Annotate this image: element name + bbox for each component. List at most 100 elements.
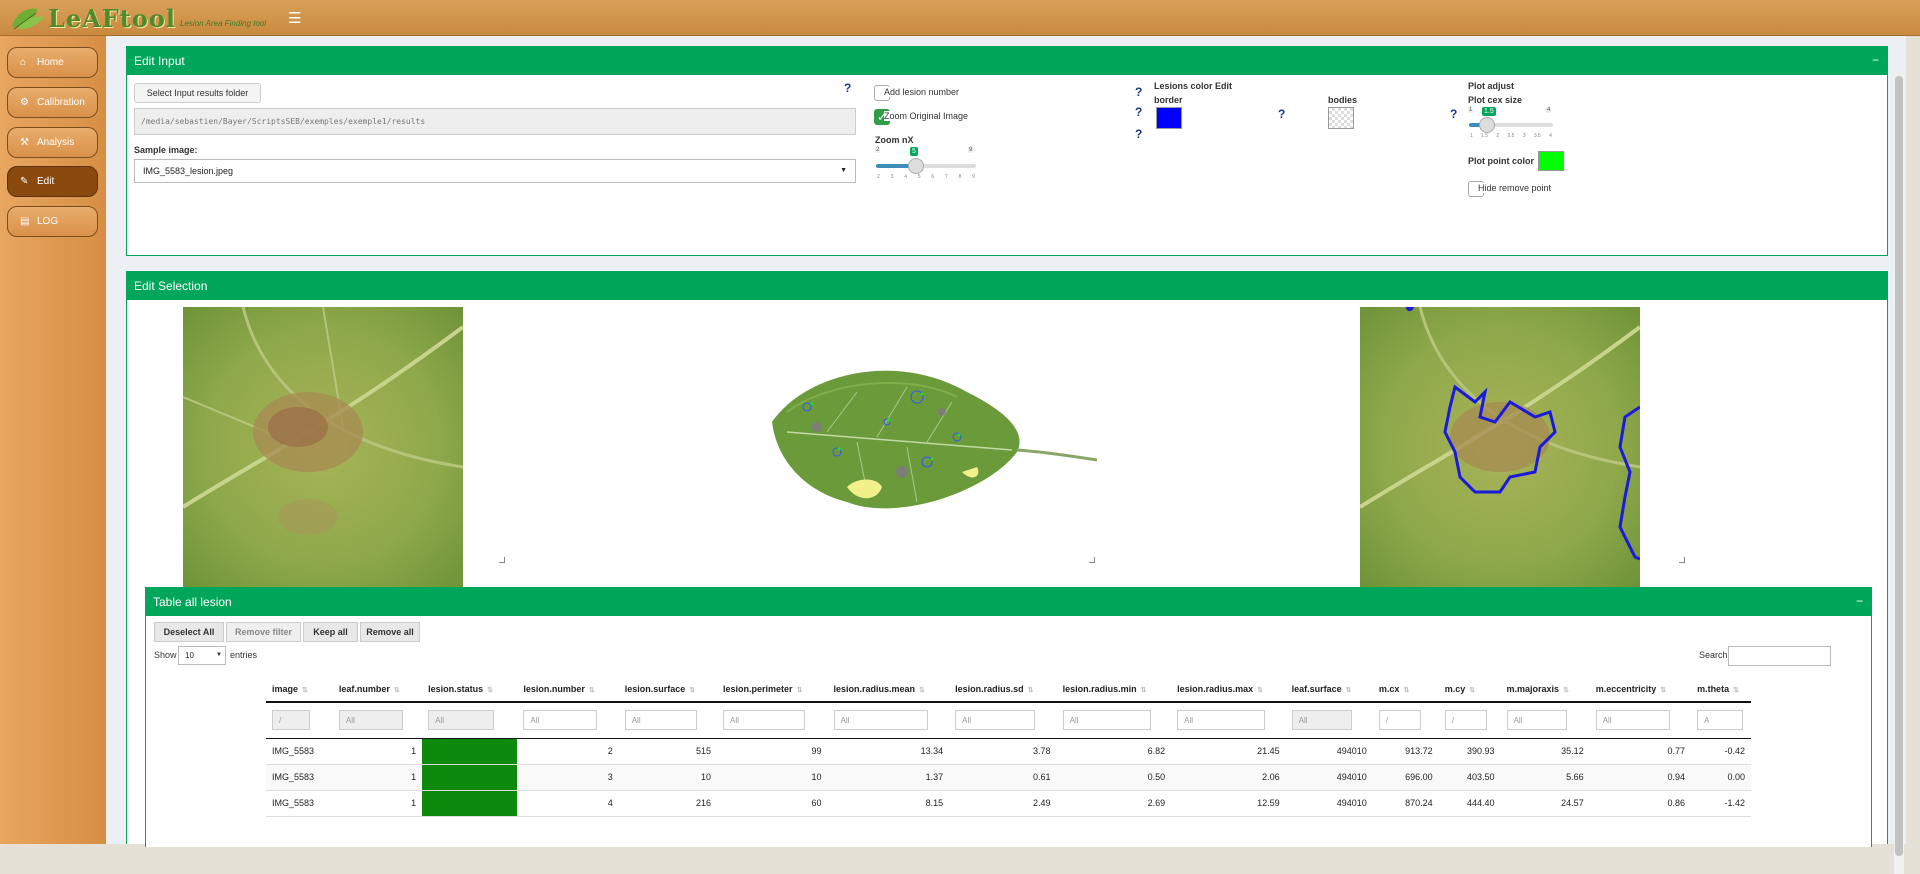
- zoom-label: Zoom nX: [875, 135, 914, 145]
- sidebar-item-home[interactable]: ⌂ Home: [7, 47, 98, 78]
- help-icon[interactable]: ?: [844, 81, 851, 95]
- filter-input[interactable]: All: [1506, 710, 1567, 731]
- filter-input[interactable]: All: [1062, 710, 1151, 731]
- hamburger-icon[interactable]: ☰: [288, 9, 301, 27]
- zoom-value: 5: [910, 147, 918, 156]
- resize-handle-icon[interactable]: [499, 557, 505, 563]
- filter-input[interactable]: /: [1378, 710, 1421, 731]
- column-header[interactable]: m.cy ⇅: [1438, 676, 1501, 703]
- app-logo[interactable]: LeAFtool Lesion Area Finding tool: [8, 3, 266, 33]
- table-cell: 0.61: [949, 764, 1057, 791]
- filter-input[interactable]: /: [272, 710, 310, 731]
- keep-all-button[interactable]: Keep all: [303, 622, 358, 642]
- folder-path-field[interactable]: /media/sebastien/Bayer/ScriptsSEB/exempl…: [134, 108, 856, 135]
- column-header[interactable]: leaf.number ⇅: [332, 676, 423, 703]
- column-header[interactable]: lesion.radius.mean ⇅: [827, 676, 950, 703]
- table-cell: 21.45: [1171, 738, 1286, 765]
- resize-handle-icon[interactable]: [1089, 557, 1095, 563]
- scrollbar-thumb[interactable]: [1895, 76, 1903, 856]
- filter-input[interactable]: A: [1697, 710, 1744, 731]
- filter-input[interactable]: All: [723, 710, 806, 731]
- filter-input[interactable]: All: [1177, 710, 1266, 731]
- column-header[interactable]: image ⇅: [266, 676, 333, 703]
- status-cell[interactable]: keep: [422, 790, 518, 817]
- column-header[interactable]: leaf.surface ⇅: [1285, 676, 1373, 703]
- plot-cex-slider-handle[interactable]: [1479, 117, 1495, 133]
- help-icon[interactable]: ?: [1135, 127, 1142, 141]
- remove-all-button[interactable]: Remove all: [360, 622, 420, 642]
- table-cell: 494010: [1285, 790, 1373, 817]
- column-header[interactable]: lesion.status ⇅: [422, 676, 518, 703]
- sidebar-item-log[interactable]: ▤ LOG: [7, 206, 98, 237]
- status-cell[interactable]: keep: [422, 764, 518, 791]
- sample-image-select[interactable]: IMG_5583_lesion.jpeg ▼: [134, 159, 856, 183]
- filter-input[interactable]: All: [624, 710, 697, 731]
- plot-cex-ticks: 1 1.5 2 2.5 3 3.5 4: [1470, 133, 1552, 139]
- logo-title: LeAFtool: [48, 3, 177, 33]
- sidebar-item-analysis[interactable]: ⚒ Analysis: [7, 127, 98, 158]
- column-header[interactable]: m.eccentricity ⇅: [1589, 676, 1692, 703]
- filter-input[interactable]: All: [955, 710, 1036, 731]
- tick-label: 7: [944, 174, 948, 180]
- zoom-min: 2: [875, 147, 881, 153]
- column-header[interactable]: lesion.perimeter ⇅: [717, 676, 828, 703]
- table-cell: 0.77: [1589, 738, 1692, 765]
- zoom-original-image[interactable]: [183, 307, 463, 587]
- column-header[interactable]: lesion.radius.max ⇅: [1171, 676, 1286, 703]
- filter-input[interactable]: All: [833, 710, 928, 731]
- table-cell: 1.37: [827, 764, 950, 791]
- column-header[interactable]: m.majoraxis ⇅: [1500, 676, 1590, 703]
- plot-cex-max: 4: [1546, 107, 1552, 113]
- table-cell: 216: [618, 790, 718, 817]
- table-cell: 494010: [1285, 764, 1373, 791]
- tick-label: 3: [890, 174, 894, 180]
- collapse-icon[interactable]: −: [1856, 594, 1863, 608]
- column-header[interactable]: lesion.radius.sd ⇅: [949, 676, 1057, 703]
- help-icon[interactable]: ?: [1135, 85, 1142, 99]
- table-row[interactable]: IMG_5583 1 keep 3 10 10 1.37 0.61 0.50 2…: [266, 764, 1751, 791]
- table-cell: 444.40: [1438, 790, 1501, 817]
- zoom-original-label: Zoom Original Image: [884, 111, 969, 121]
- table-row[interactable]: IMG_5583 1 keep 2 515 99 13.34 3.78 6.82…: [266, 738, 1751, 765]
- column-header[interactable]: lesion.number ⇅: [517, 676, 619, 703]
- filter-input[interactable]: All: [1595, 710, 1670, 731]
- search-input[interactable]: [1728, 646, 1831, 666]
- table-cell: 0.86: [1589, 790, 1692, 817]
- help-icon[interactable]: ?: [1278, 107, 1285, 121]
- collapse-icon[interactable]: −: [1872, 53, 1879, 67]
- column-header[interactable]: m.cx ⇅: [1372, 676, 1439, 703]
- calibration-icon: ⚙: [20, 97, 29, 108]
- column-header[interactable]: lesion.surface ⇅: [618, 676, 718, 703]
- border-color-swatch[interactable]: [1156, 107, 1182, 129]
- help-icon[interactable]: ?: [1450, 107, 1457, 121]
- help-icon[interactable]: ?: [1135, 105, 1142, 119]
- box-title: Edit Selection: [134, 279, 208, 293]
- table-cell: 12.59: [1171, 790, 1286, 817]
- resize-handle-icon[interactable]: [1679, 557, 1685, 563]
- table-header-row: image ⇅ leaf.number ⇅ lesion.status ⇅ lesio…: [266, 676, 1751, 703]
- zoom-lesion-image[interactable]: [1360, 307, 1640, 587]
- filter-input[interactable]: /: [1444, 710, 1487, 731]
- sidebar-item-calibration[interactable]: ⚙ Calibration: [7, 87, 98, 118]
- column-header[interactable]: lesion.radius.min ⇅: [1056, 676, 1172, 703]
- filter-input[interactable]: All: [523, 710, 598, 731]
- leaf-lesion-image[interactable]: [767, 352, 1107, 532]
- filter-input[interactable]: All: [1291, 710, 1352, 731]
- table-cell: -1.42: [1691, 790, 1751, 817]
- deselect-all-button[interactable]: Deselect All: [154, 622, 224, 642]
- plot-point-color-swatch[interactable]: [1538, 151, 1564, 171]
- sidebar-item-edit[interactable]: ✎ Edit: [7, 166, 98, 197]
- bodies-color-swatch[interactable]: [1328, 107, 1354, 129]
- remove-filter-button[interactable]: Remove filter: [226, 622, 301, 642]
- edit-icon: ✎: [20, 176, 29, 187]
- tick-label: 1.5: [1481, 133, 1489, 139]
- select-input-folder-button[interactable]: Select Input results folder: [134, 83, 261, 103]
- zoom-slider-handle[interactable]: [908, 158, 924, 174]
- status-cell[interactable]: keep: [422, 738, 518, 765]
- entries-select[interactable]: 10 ▼: [178, 646, 226, 665]
- table-cell: 515: [618, 738, 718, 765]
- filter-input[interactable]: All: [338, 710, 403, 731]
- filter-input[interactable]: All: [428, 710, 495, 731]
- column-header[interactable]: m.theta ⇅: [1691, 676, 1751, 703]
- table-row[interactable]: IMG_5583 1 keep 4 216 60 8.15 2.49 2.69 …: [266, 790, 1751, 817]
